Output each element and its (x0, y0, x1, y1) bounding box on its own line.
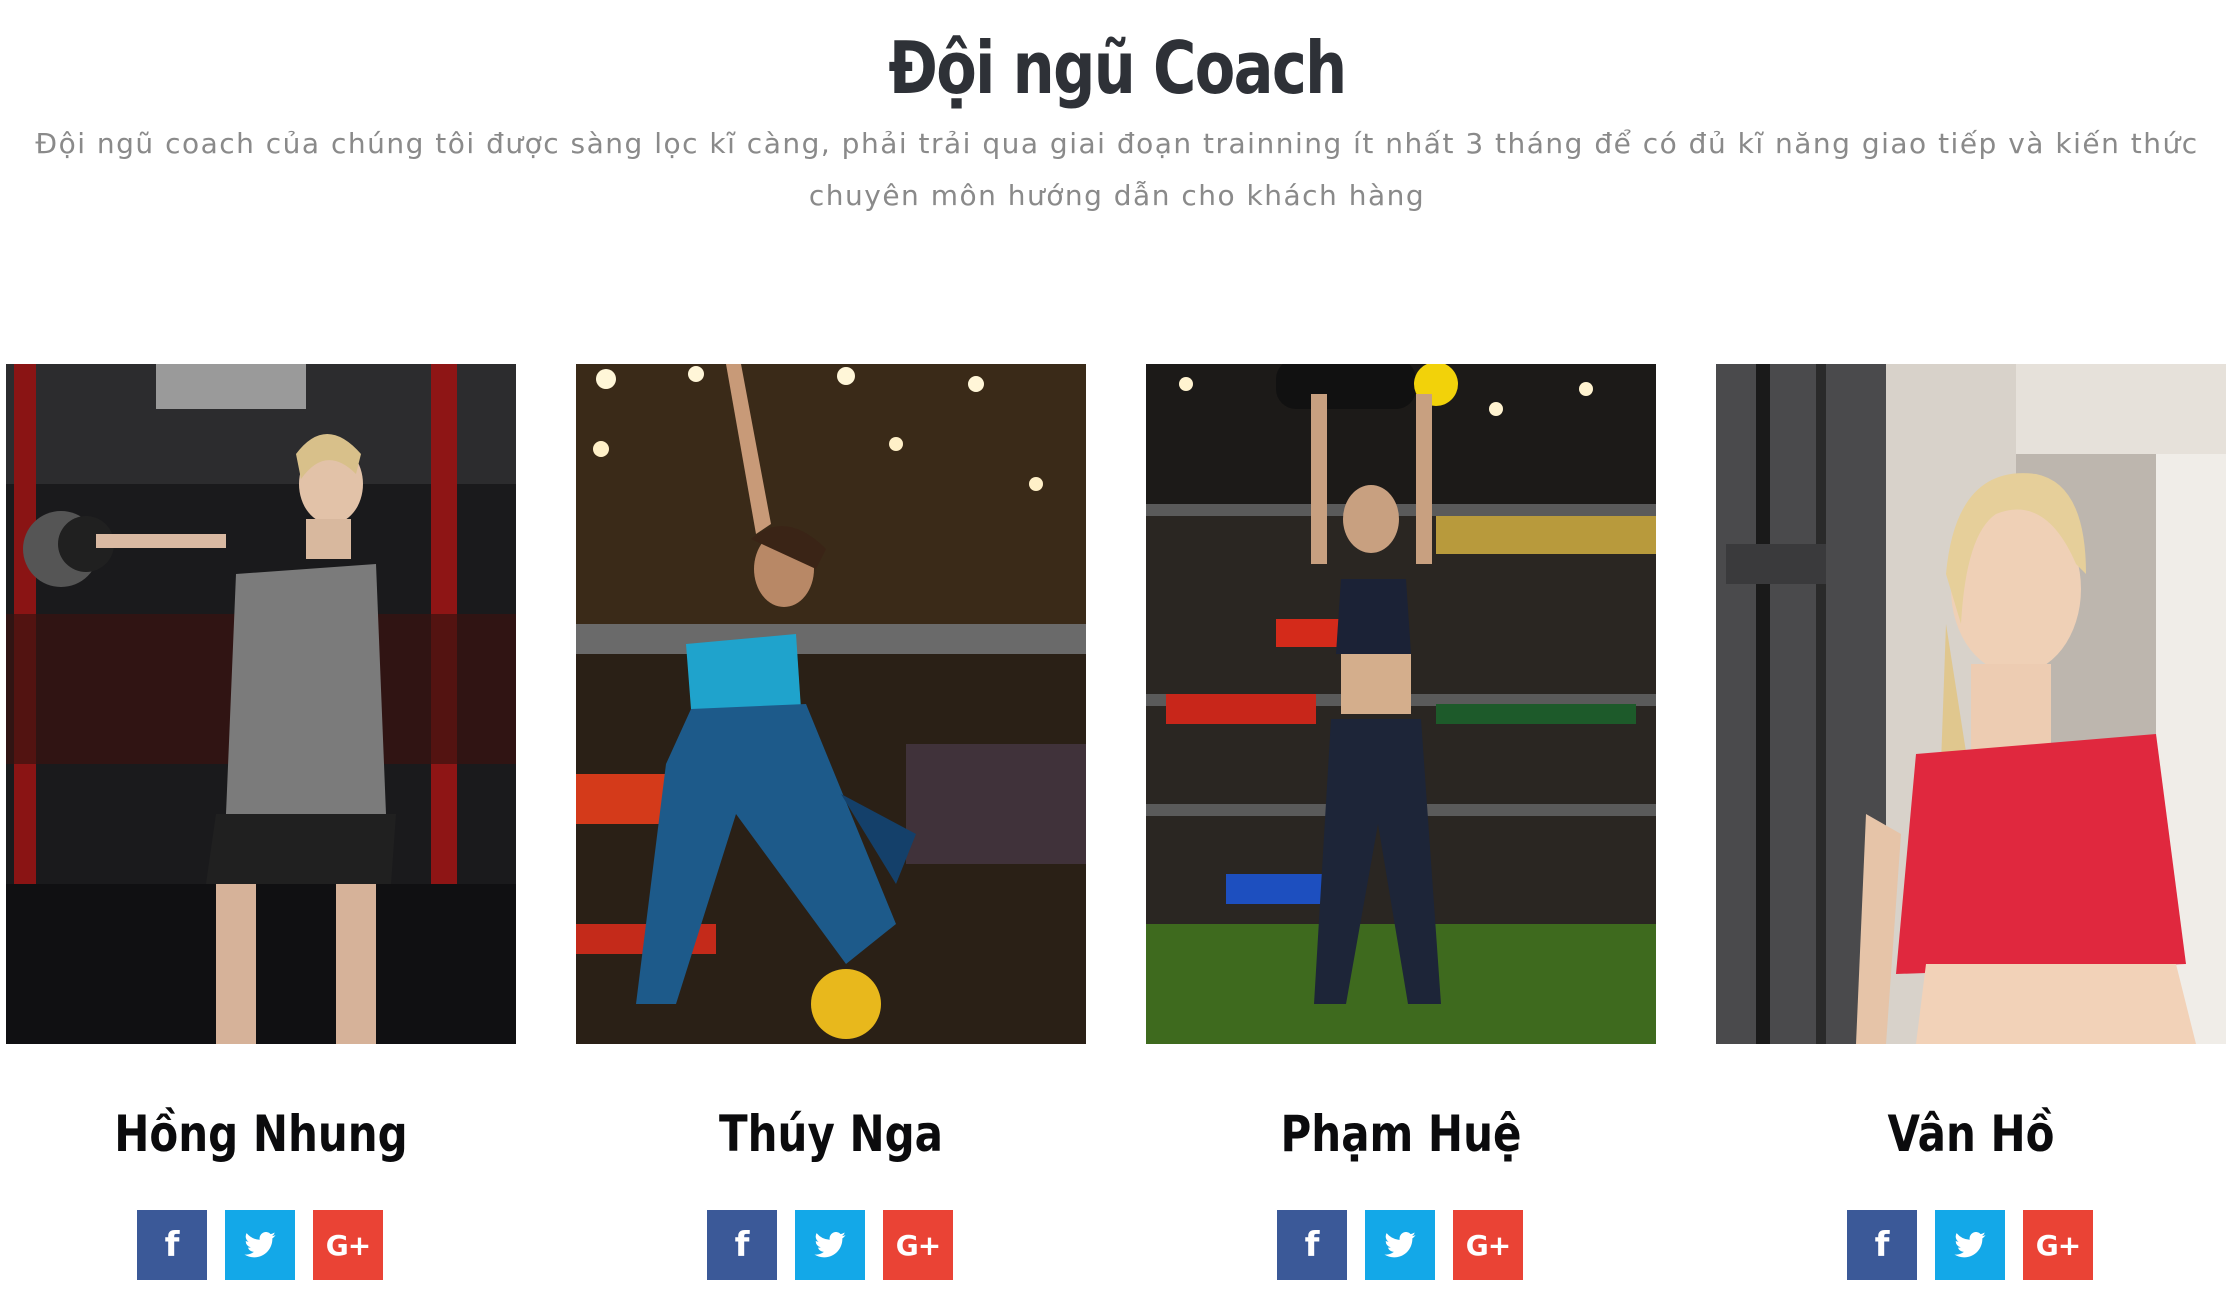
facebook-icon: f (1874, 1225, 1890, 1265)
twitter-button[interactable] (1365, 1210, 1435, 1280)
google-plus-icon: G+ (2035, 1228, 2081, 1262)
coach-social-links: f G+ (707, 1210, 957, 1280)
section-title: Đội ngũ Coach (888, 26, 1347, 110)
twitter-button[interactable] (225, 1210, 295, 1280)
facebook-icon: f (1304, 1225, 1320, 1265)
facebook-button[interactable]: f (137, 1210, 207, 1280)
coach-card: Thúy Nga f G+ (576, 364, 1086, 1294)
google-plus-button[interactable]: G+ (1453, 1210, 1523, 1280)
google-plus-icon: G+ (895, 1228, 941, 1262)
coach-card: Phạm Huệ f G+ (1146, 364, 1656, 1294)
facebook-icon: f (164, 1225, 180, 1265)
google-plus-button[interactable]: G+ (313, 1210, 383, 1280)
google-plus-icon: G+ (1465, 1228, 1511, 1262)
twitter-icon (244, 1232, 276, 1258)
google-plus-button[interactable]: G+ (2023, 1210, 2093, 1280)
twitter-button[interactable] (795, 1210, 865, 1280)
twitter-icon (1954, 1232, 1986, 1258)
coach-card: Vân Hồ f G+ (1716, 364, 2226, 1294)
coach-name: Hồng Nhung (114, 1105, 408, 1163)
facebook-button[interactable]: f (707, 1210, 777, 1280)
section-description: Đội ngũ coach của chúng tôi được sàng lọ… (35, 127, 2199, 212)
coach-card: Hồng Nhung f G+ (6, 364, 516, 1294)
coach-photo (1716, 364, 2226, 1044)
coach-name: Phạm Huệ (1280, 1105, 1522, 1163)
google-plus-button[interactable]: G+ (883, 1210, 953, 1280)
twitter-icon (814, 1232, 846, 1258)
coach-photo (1146, 364, 1656, 1044)
facebook-button[interactable]: f (1847, 1210, 1917, 1280)
facebook-button[interactable]: f (1277, 1210, 1347, 1280)
coach-social-links: f G+ (1277, 1210, 1527, 1280)
google-plus-icon: G+ (325, 1228, 371, 1262)
coach-social-links: f G+ (137, 1210, 387, 1280)
twitter-button[interactable] (1935, 1210, 2005, 1280)
coach-name: Thúy Nga (718, 1105, 944, 1163)
coach-photo (576, 364, 1086, 1044)
coach-photo (6, 364, 516, 1044)
twitter-icon (1384, 1232, 1416, 1258)
facebook-icon: f (734, 1225, 750, 1265)
coach-name: Vân Hồ (1887, 1105, 2055, 1163)
coach-grid: Hồng Nhung f G+ Thúy Nga f G+ Phạm Huệ f… (0, 364, 2234, 1294)
coach-social-links: f G+ (1847, 1210, 2097, 1280)
